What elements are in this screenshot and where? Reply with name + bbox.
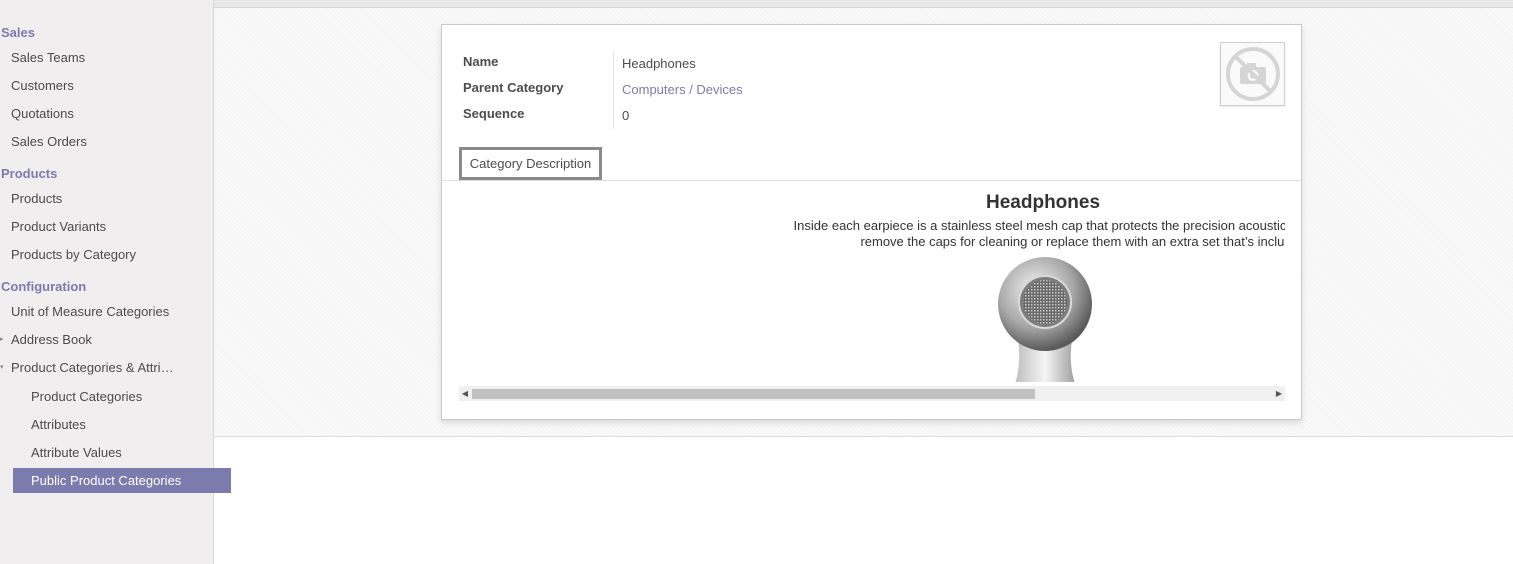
parent-category-link[interactable]: Computers / Devices [622,82,743,97]
sidebar-item-label: Address Book [11,332,92,347]
sidebar-item-products-by-category[interactable]: Products by Category [0,241,213,269]
sidebar: Sales Sales Teams Customers Quotations S… [0,0,231,564]
sidebar-item-attribute-values[interactable]: Attribute Values [0,439,213,467]
sidebar-item-product-variants[interactable]: Product Variants [0,213,213,241]
description-line: Inside each earpiece is a stainless stee… [793,218,1285,233]
sidebar-item-sales-orders[interactable]: Sales Orders [0,128,213,156]
horizontal-scrollbar[interactable]: ◀ ▶ [459,386,1285,401]
sidebar-section-sales: Sales [1,25,35,40]
tab-divider [442,180,1301,181]
description-editor[interactable]: Headphones Inside each earpiece is a sta… [459,182,1285,382]
sidebar-item-uom-categories[interactable]: Unit of Measure Categories [0,298,213,326]
name-label: Name [463,54,499,69]
sidebar-item-public-product-categories[interactable]: Public Product Categories [13,468,231,493]
sidebar-section-configuration: Configuration [1,279,87,294]
sidebar-item-attributes[interactable]: Attributes [0,411,213,439]
caret-down-icon: ▾ [0,364,4,371]
no-photo-camera-icon [1225,47,1280,101]
sidebar-item-address-book[interactable]: ▸ Address Book [0,326,213,354]
sidebar-item-quotations[interactable]: Quotations [0,100,213,128]
field-separator [613,51,614,129]
sidebar-section-products: Products [1,166,58,181]
category-image[interactable] [1220,42,1285,106]
sequence-field[interactable]: 0 [622,108,629,123]
caret-right-icon: ▸ [0,336,4,343]
sidebar-item-products[interactable]: Products [0,185,213,213]
name-field[interactable]: Headphones [622,56,696,71]
scrollbar-thumb[interactable] [472,389,1035,399]
description-line: remove the caps for cleaning or replace … [860,234,1285,249]
headphone-earpiece-image [998,257,1092,382]
sequence-label: Sequence [463,106,525,121]
control-panel-bar [214,0,1513,8]
sidebar-item-customers[interactable]: Customers [0,72,213,100]
form-sheet: Name Headphones Parent Category Computer… [441,24,1302,420]
description-title: Headphones [986,192,1101,213]
sidebar-item-label: Product Categories & Attri… [11,360,174,375]
sidebar-item-product-categories-attributes[interactable]: ▾ Product Categories & Attri… [0,354,213,382]
sidebar-item-product-categories[interactable]: Product Categories [0,383,213,411]
scroll-left-icon[interactable]: ◀ [459,386,471,401]
description-text: Inside each earpiece is a stainless stee… [671,218,1285,250]
scroll-right-icon[interactable]: ▶ [1273,386,1285,401]
sidebar-item-sales-teams[interactable]: Sales Teams [0,44,213,72]
parent-category-label: Parent Category [463,80,564,95]
tab-category-description[interactable]: Category Description [459,147,602,180]
